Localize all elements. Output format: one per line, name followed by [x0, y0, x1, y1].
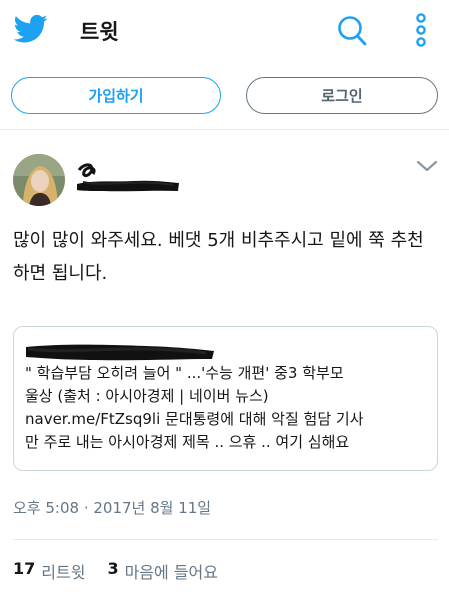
card-text: " 학습부담 오히려 늘어 " ...'수능 개편' 중3 학부모 울상 (출처…	[25, 362, 433, 454]
tweet-stats: 17 리트윗 3 마음에 들어요	[13, 559, 240, 583]
avatar[interactable]	[13, 154, 65, 206]
search-icon[interactable]	[336, 14, 368, 48]
likes-stat[interactable]: 3 마음에 들어요	[107, 559, 218, 583]
top-bar: 트윗	[0, 0, 449, 62]
twitter-bird-icon[interactable]	[14, 14, 48, 44]
likes-count: 3	[107, 559, 119, 578]
card-line: 만 주로 내는 아시아경제 제목 .. 으휴 .. 여기 심해요	[25, 433, 350, 451]
chevron-down-icon[interactable]	[416, 158, 438, 174]
redacted-username	[77, 163, 179, 192]
card-line: " 학습부담 오히려 늘어 " ...'수능 개편' 중3 학부모	[25, 364, 344, 382]
page-title: 트윗	[80, 20, 119, 44]
login-button[interactable]: 로그인	[246, 77, 438, 114]
more-vertical-icon[interactable]	[410, 12, 432, 48]
retweets-stat[interactable]: 17 리트윗	[13, 559, 85, 583]
link-card[interactable]: " 학습부담 오히려 늘어 " ...'수능 개편' 중3 학부모 울상 (출처…	[13, 326, 438, 471]
card-line: naver.me/FtZsq9li 문대통령에 대해 악질 험담 기사	[25, 410, 364, 428]
retweets-label: 리트윗	[41, 563, 86, 582]
signup-button[interactable]: 가입하기	[11, 77, 221, 114]
tweet-text: 많이 많이 와주세요. 베댓 5개 비추주시고 밑에 쭉 추천하면 됩니다.	[13, 230, 424, 284]
likes-label: 마음에 들어요	[124, 563, 218, 582]
retweets-count: 17	[13, 559, 36, 578]
card-line: 울상 (출처 : 아시아경제 | 네이버 뉴스)	[25, 387, 269, 405]
divider	[13, 539, 438, 540]
auth-bar: 가입하기 로그인	[0, 62, 449, 130]
timestamp: 오후 5:08 · 2017년 8월 11일	[13, 499, 212, 517]
